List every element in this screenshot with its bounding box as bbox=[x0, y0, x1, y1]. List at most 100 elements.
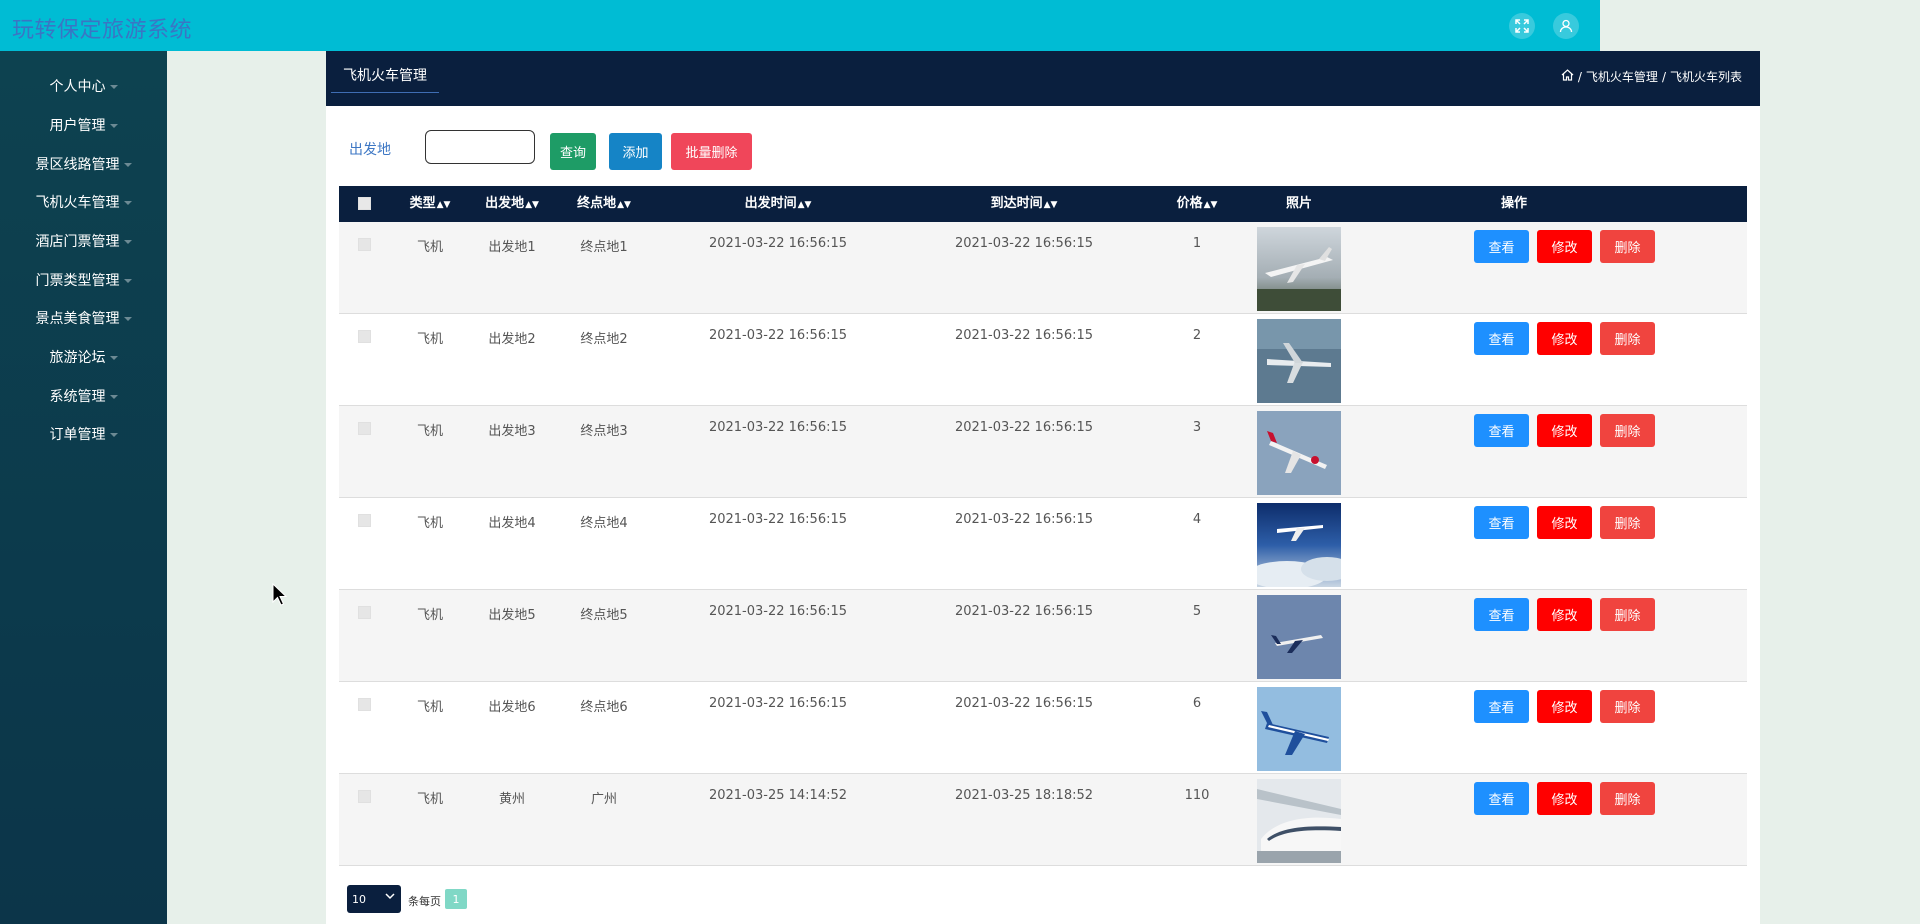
chevron-down-icon bbox=[123, 201, 132, 205]
column-header-label: 类型 bbox=[409, 196, 436, 211]
chevron-down-icon bbox=[109, 124, 118, 128]
row-checkbox[interactable] bbox=[358, 790, 371, 803]
cell-to: 终点地6 bbox=[580, 700, 628, 715]
sidebar-item-ticket-types[interactable]: 门票类型管理 bbox=[0, 269, 167, 293]
cell-arrive: 2021-03-22 16:56:15 bbox=[954, 604, 1094, 619]
column-header-label: 终点地 bbox=[577, 196, 617, 211]
column-header-label: 出发地 bbox=[485, 196, 525, 211]
view-button[interactable]: 查看 bbox=[1474, 598, 1529, 631]
view-button[interactable]: 查看 bbox=[1474, 230, 1529, 263]
delete-button[interactable]: 删除 bbox=[1600, 230, 1655, 263]
sidebar-item-label: 用户管理 bbox=[49, 118, 106, 134]
page-number-current[interactable]: 1 bbox=[445, 889, 467, 909]
edit-button[interactable]: 修改 bbox=[1537, 506, 1592, 539]
cell-arrive: 2021-03-22 16:56:15 bbox=[954, 236, 1094, 251]
sidebar-item-orders[interactable]: 订单管理 bbox=[0, 423, 167, 447]
breadcrumb-item: 飞机火车列表 bbox=[1669, 70, 1742, 84]
view-button[interactable]: 查看 bbox=[1474, 414, 1529, 447]
chevron-down-icon bbox=[123, 317, 132, 321]
chevron-down-icon bbox=[109, 85, 118, 89]
sidebar-item-plane-train[interactable]: 飞机火车管理 bbox=[0, 191, 167, 215]
delete-button[interactable]: 删除 bbox=[1600, 506, 1655, 539]
column-header-label: 出发时间 bbox=[744, 196, 797, 211]
cell-type: 飞机 bbox=[416, 332, 443, 347]
row-checkbox[interactable] bbox=[358, 698, 371, 711]
table-row: 飞机 出发地1 终点地1 2021-03-22 16:56:15 2021-03… bbox=[339, 222, 1747, 314]
cell-from: 出发地5 bbox=[488, 608, 536, 623]
cell-from: 出发地6 bbox=[488, 700, 536, 715]
sort-icon: ▲▼ bbox=[1203, 200, 1218, 210]
add-button[interactable]: 添加 bbox=[609, 133, 662, 170]
column-header-depart[interactable]: 出发时间▲▼ bbox=[655, 186, 901, 222]
row-checkbox[interactable] bbox=[358, 606, 371, 619]
chevron-down-icon bbox=[123, 279, 132, 283]
app-title: 玩转保定旅游系统 bbox=[12, 18, 193, 43]
cell-arrive: 2021-03-22 16:56:15 bbox=[954, 696, 1094, 711]
edit-button[interactable]: 修改 bbox=[1537, 414, 1592, 447]
delete-button[interactable]: 删除 bbox=[1600, 598, 1655, 631]
select-all-checkbox[interactable] bbox=[358, 197, 371, 210]
breadcrumb-separator: / bbox=[1661, 69, 1666, 84]
home-icon[interactable] bbox=[1561, 69, 1574, 84]
user-icon[interactable] bbox=[1553, 13, 1579, 39]
cell-from: 出发地4 bbox=[488, 516, 536, 531]
chevron-down-icon bbox=[123, 240, 132, 244]
breadcrumb: / 飞机火车管理 / 飞机火车列表 bbox=[1561, 68, 1742, 85]
row-checkbox[interactable] bbox=[358, 514, 371, 527]
sidebar-item-food[interactable]: 景点美食管理 bbox=[0, 307, 167, 331]
airplane-photo bbox=[1257, 411, 1341, 495]
edit-button[interactable]: 修改 bbox=[1537, 598, 1592, 631]
batch-delete-button[interactable]: 批量删除 bbox=[671, 133, 752, 170]
airplane-photo bbox=[1257, 227, 1341, 311]
delete-button[interactable]: 删除 bbox=[1600, 690, 1655, 723]
cell-to: 广州 bbox=[590, 792, 617, 807]
mouse-cursor-icon bbox=[272, 582, 288, 611]
view-button[interactable]: 查看 bbox=[1474, 322, 1529, 355]
breadcrumb-item[interactable]: 飞机火车管理 bbox=[1586, 68, 1658, 85]
view-button[interactable]: 查看 bbox=[1474, 782, 1529, 815]
cell-depart: 2021-03-22 16:56:15 bbox=[708, 604, 848, 619]
column-header-arrive[interactable]: 到达时间▲▼ bbox=[901, 186, 1147, 222]
sidebar-item-system[interactable]: 系统管理 bbox=[0, 385, 167, 409]
column-header-from[interactable]: 出发地▲▼ bbox=[471, 186, 553, 222]
cell-type: 飞机 bbox=[416, 792, 443, 807]
column-header-type[interactable]: 类型▲▼ bbox=[389, 186, 471, 222]
edit-button[interactable]: 修改 bbox=[1537, 690, 1592, 723]
view-button[interactable]: 查看 bbox=[1474, 506, 1529, 539]
sidebar-item-personal-center[interactable]: 个人中心 bbox=[0, 75, 167, 99]
page-size-select[interactable]: 10 bbox=[347, 885, 401, 913]
cell-type: 飞机 bbox=[416, 424, 443, 439]
search-input[interactable] bbox=[425, 130, 535, 164]
sidebar-item-hotel-tickets[interactable]: 酒店门票管理 bbox=[0, 230, 167, 254]
cell-price: 1 bbox=[1192, 236, 1202, 251]
edit-button[interactable]: 修改 bbox=[1537, 230, 1592, 263]
sidebar-item-label: 飞机火车管理 bbox=[35, 195, 120, 211]
sidebar-item-users[interactable]: 用户管理 bbox=[0, 114, 167, 138]
cell-depart: 2021-03-22 16:56:15 bbox=[708, 236, 848, 251]
cell-from: 出发地1 bbox=[488, 240, 536, 255]
cell-depart: 2021-03-22 16:56:15 bbox=[708, 696, 848, 711]
edit-button[interactable]: 修改 bbox=[1537, 322, 1592, 355]
query-button[interactable]: 查询 bbox=[550, 133, 596, 170]
cell-depart: 2021-03-22 16:56:15 bbox=[708, 512, 848, 527]
sidebar-item-forum[interactable]: 旅游论坛 bbox=[0, 346, 167, 370]
delete-button[interactable]: 删除 bbox=[1600, 782, 1655, 815]
row-checkbox[interactable] bbox=[358, 422, 371, 435]
column-header-price[interactable]: 价格▲▼ bbox=[1147, 186, 1247, 222]
sidebar-item-label: 系统管理 bbox=[49, 389, 106, 405]
data-table: 类型▲▼ 出发地▲▼ 终点地▲▼ 出发时间▲▼ 到达时间▲▼ 价格▲▼ 照片 操… bbox=[339, 186, 1747, 866]
sidebar-item-scenic-routes[interactable]: 景区线路管理 bbox=[0, 153, 167, 177]
fullscreen-icon[interactable] bbox=[1509, 13, 1535, 39]
row-checkbox[interactable] bbox=[358, 238, 371, 251]
delete-button[interactable]: 删除 bbox=[1600, 414, 1655, 447]
airplane-photo bbox=[1257, 503, 1341, 587]
edit-button[interactable]: 修改 bbox=[1537, 782, 1592, 815]
tab-plane-train[interactable]: 飞机火车管理 bbox=[331, 65, 439, 93]
delete-button[interactable]: 删除 bbox=[1600, 322, 1655, 355]
cell-to: 终点地4 bbox=[580, 516, 628, 531]
row-checkbox[interactable] bbox=[358, 330, 371, 343]
cell-price: 5 bbox=[1192, 604, 1202, 619]
breadcrumb-separator: / bbox=[1577, 69, 1582, 84]
column-header-to[interactable]: 终点地▲▼ bbox=[553, 186, 655, 222]
view-button[interactable]: 查看 bbox=[1474, 690, 1529, 723]
